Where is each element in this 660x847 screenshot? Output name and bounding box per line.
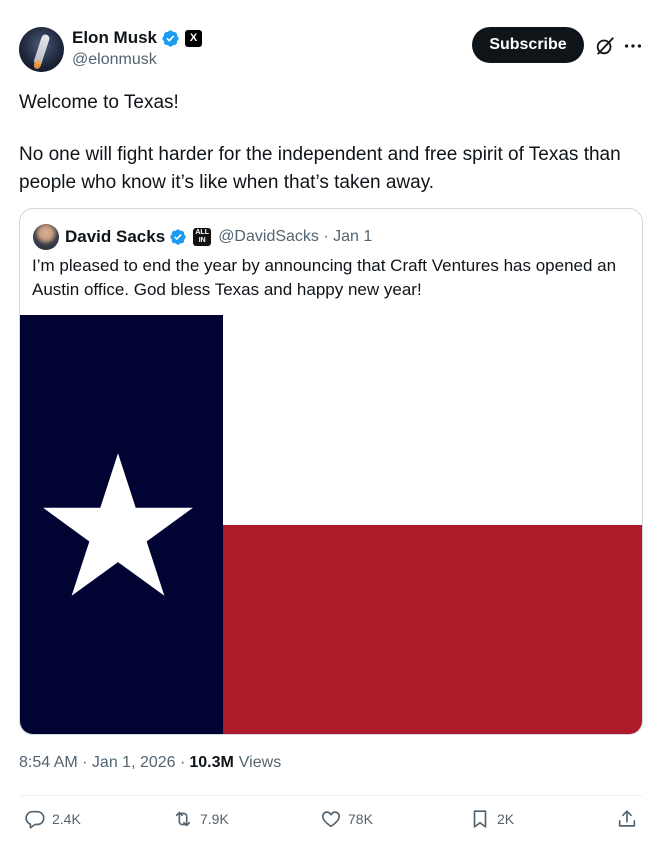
author-name-row: Elon Musk X <box>72 28 203 48</box>
quoted-post-card[interactable]: David Sacks ALL IN @DavidSacks · Jan 1 I… <box>19 208 643 735</box>
views-count: 10.3M <box>189 754 234 771</box>
author-name[interactable]: Elon Musk <box>72 28 157 48</box>
all-in-badge-line-2: IN <box>198 237 206 244</box>
author-avatar[interactable] <box>19 27 64 72</box>
post-meta: 8:54 AM · Jan 1, 2026 · 10.3M Views <box>19 754 281 772</box>
more-icon[interactable] <box>622 35 644 57</box>
reply-icon <box>25 810 45 829</box>
quoted-author-avatar[interactable] <box>33 224 59 250</box>
all-in-badge-line-1: ALL <box>195 229 209 236</box>
reply-button[interactable]: 2.4K <box>24 808 81 830</box>
bookmark-button[interactable]: 2K <box>469 808 514 830</box>
repost-button[interactable]: 7.9K <box>172 808 229 830</box>
flag-red-stripe <box>223 525 642 734</box>
heart-icon <box>321 811 341 828</box>
post-text-paragraph-2: No one will fight harder for the indepen… <box>19 144 621 193</box>
subscribe-button[interactable]: Subscribe <box>472 27 584 63</box>
quoted-handle-date: @DavidSacks · Jan 1 <box>218 228 373 245</box>
repost-icon <box>175 811 191 827</box>
post-text-line-1: Welcome to Texas! <box>19 92 179 113</box>
texas-flag-image[interactable] <box>20 315 642 734</box>
post-timestamp[interactable]: 8:54 AM · Jan 1, 2026 · <box>19 754 185 772</box>
bookmark-count: 2K <box>497 811 515 827</box>
quoted-post-text: I’m pleased to end the year by announcin… <box>32 256 617 299</box>
verified-badge-icon <box>170 229 186 245</box>
divider <box>19 795 643 796</box>
rocket-flame-graphic <box>32 59 43 70</box>
quoted-author-name[interactable]: David Sacks <box>65 227 165 247</box>
like-count: 78K <box>348 811 373 827</box>
reply-count: 2.4K <box>52 811 81 827</box>
affiliate-x-badge-icon: X <box>185 29 203 47</box>
share-icon <box>618 810 636 827</box>
flag-white-stripe <box>223 315 642 525</box>
verified-badge-icon <box>162 29 179 47</box>
all-in-affiliate-badge-icon: ALL IN <box>193 228 212 246</box>
share-button[interactable] <box>616 808 638 830</box>
bookmark-icon <box>473 810 487 828</box>
flag-star-icon <box>43 453 193 596</box>
action-bar: 2.4K 7.9K 78K 2K <box>0 808 660 836</box>
grok-icon[interactable] <box>594 35 616 57</box>
repost-count: 7.9K <box>200 811 229 827</box>
quoted-post-header: David Sacks ALL IN @DavidSacks · Jan 1 <box>65 226 372 248</box>
like-button[interactable]: 78K <box>320 808 373 830</box>
author-handle[interactable]: @elonmusk <box>72 51 157 69</box>
views-label: Views <box>238 754 282 771</box>
